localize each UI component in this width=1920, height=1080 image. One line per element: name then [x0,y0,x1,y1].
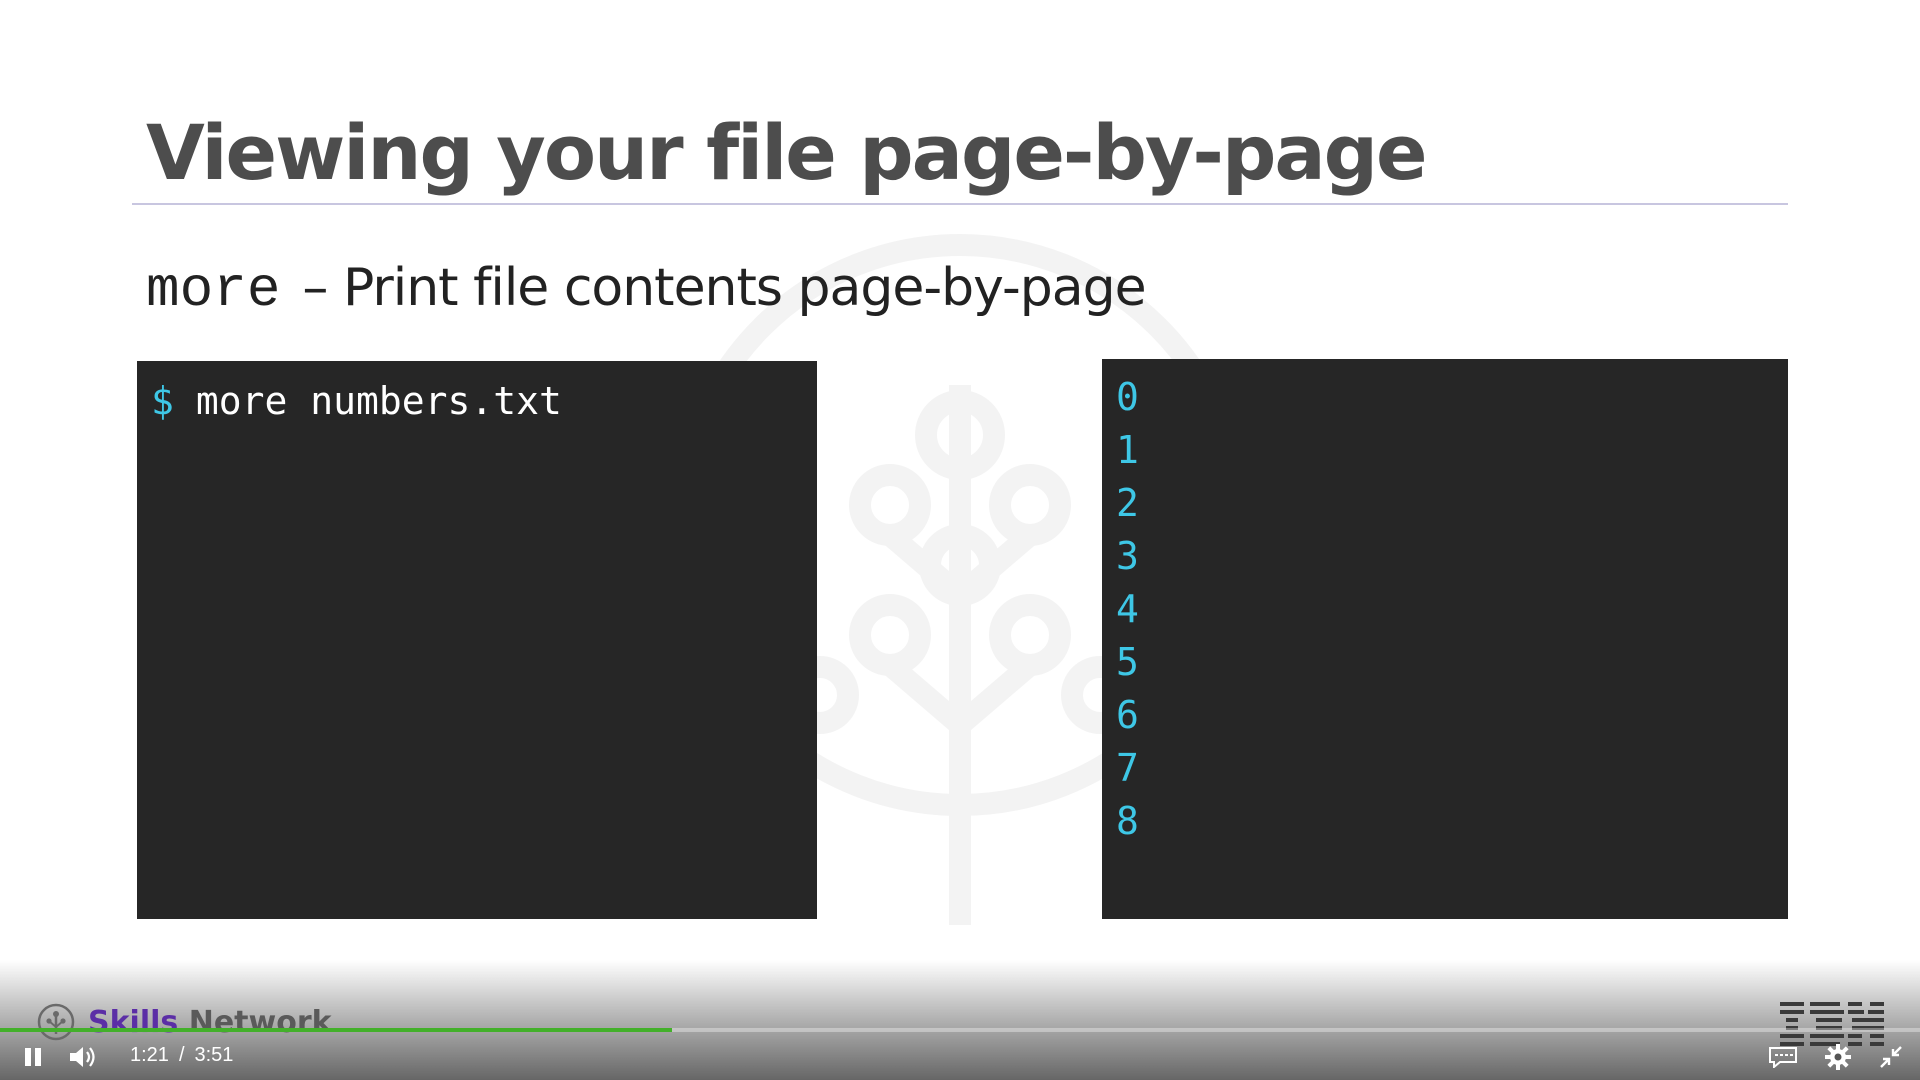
exit-fullscreen-button[interactable] [1876,1042,1906,1072]
slide: Viewing your file page-by-page more – Pri… [0,0,1920,1080]
command-description: more – Print file contents page-by-page [146,258,1147,322]
command-summary: – Print file contents page-by-page [302,258,1146,318]
terminal-command-line: $ more numbers.txt [151,375,803,428]
progress-played [0,1028,672,1032]
output-line: 4 [1116,587,1139,631]
volume-icon [70,1047,95,1067]
output-line: 8 [1116,799,1139,843]
output-line: 5 [1116,640,1139,684]
settings-button[interactable] [1822,1042,1854,1072]
slide-title: Viewing your file page-by-page [146,108,1428,197]
output-line: 2 [1116,481,1139,525]
pause-button[interactable] [18,1042,48,1072]
playback-time: 1:21 / 3:51 [130,1044,233,1067]
gear-icon [1825,1044,1851,1070]
output-line: 3 [1116,534,1139,578]
time-separator: / [178,1044,185,1066]
duration: 3:51 [194,1044,234,1066]
terminal-output-panel: 0 1 2 3 4 5 6 7 8 [1102,359,1788,919]
current-time: 1:21 [130,1044,169,1066]
terminal-input-panel: $ more numbers.txt [137,361,817,919]
pause-icon [25,1048,41,1066]
progress-bar[interactable] [0,1028,1920,1032]
output-line: 7 [1116,746,1139,790]
output-line: 0 [1116,375,1139,419]
terminal-command-text: more numbers.txt [195,379,562,423]
captions-icon [1769,1047,1797,1068]
command-name: more [146,258,281,322]
volume-button[interactable] [66,1042,100,1072]
terminal-output-list: 0 1 2 3 4 5 6 7 8 [1116,371,1774,848]
captions-button[interactable] [1766,1042,1800,1072]
title-divider [132,203,1788,205]
exit-fullscreen-icon [1880,1046,1902,1068]
output-line: 1 [1116,428,1139,472]
output-line: 6 [1116,693,1139,737]
shell-prompt: $ [151,379,174,423]
player-controls: 1:21 / 3:51 [0,1034,1920,1080]
